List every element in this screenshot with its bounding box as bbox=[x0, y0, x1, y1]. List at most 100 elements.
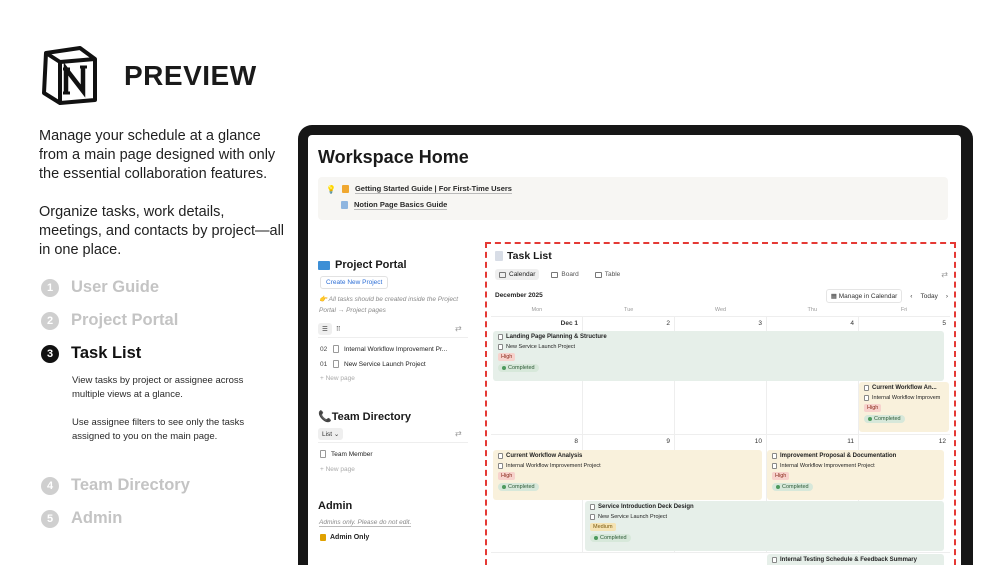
day-number: 5 bbox=[942, 320, 946, 327]
day-number: 11 bbox=[847, 438, 854, 445]
team-member-label: Team Member bbox=[331, 450, 373, 458]
book-icon bbox=[341, 201, 348, 209]
divider bbox=[318, 337, 468, 338]
calendar-icon bbox=[499, 271, 506, 278]
page-title: Workspace Home bbox=[318, 147, 469, 167]
project-number: 02 bbox=[320, 345, 328, 353]
step-label: Admin bbox=[71, 509, 123, 527]
getting-started-link[interactable]: Getting Started Guide | For First-Time U… bbox=[354, 184, 512, 194]
next-month-icon[interactable]: › bbox=[946, 293, 948, 300]
calendar: Mon Tue Wed Thu Fri Dec 1 2 3 4 5 8 9 10… bbox=[491, 304, 950, 565]
task-card[interactable]: Improvement Proposal & Documentation Int… bbox=[767, 450, 944, 500]
step-number: 2 bbox=[41, 311, 59, 330]
status-badge: Completed bbox=[498, 483, 539, 491]
page-icon bbox=[333, 345, 339, 353]
board-icon bbox=[551, 271, 559, 278]
tab-table[interactable]: Table bbox=[591, 269, 625, 280]
task-project: Internal Workflow Improvement Project bbox=[780, 463, 875, 469]
step-project-portal[interactable]: 2 Project Portal bbox=[41, 311, 178, 330]
lightbulb-icon: 💡 bbox=[326, 184, 336, 194]
admin-note: Admins only. Please do not edit. bbox=[319, 519, 412, 527]
manage-calendar-button[interactable]: ▦ Manage in Calendar bbox=[825, 289, 903, 303]
project-icon bbox=[590, 514, 595, 520]
weekday-label: Thu bbox=[807, 307, 818, 313]
project-name: New Service Launch Project bbox=[344, 360, 426, 368]
book-icon bbox=[341, 185, 349, 193]
project-portal-heading[interactable]: Project Portal bbox=[318, 259, 407, 271]
step-number: 4 bbox=[41, 476, 59, 495]
task-list-panel: Task List Calendar Board Table ⇄ Decembe… bbox=[485, 242, 956, 565]
filter-icon[interactable]: ⇄ bbox=[941, 270, 948, 279]
task-title: Improvement Proposal & Documentation bbox=[780, 453, 897, 459]
project-row[interactable]: 01 New Service Launch Project bbox=[320, 360, 426, 368]
team-member-row[interactable]: Team Member bbox=[320, 450, 373, 458]
admin-only-link[interactable]: Admin Only bbox=[320, 534, 369, 541]
step-label: Task List bbox=[71, 344, 142, 362]
step-user-guide[interactable]: 1 User Guide bbox=[41, 278, 159, 297]
step-admin[interactable]: 5 Admin bbox=[41, 509, 122, 528]
day-number: 10 bbox=[754, 438, 762, 445]
priority-badge: Medium bbox=[590, 523, 616, 531]
list-view-tab[interactable]: List ⌄ bbox=[318, 428, 344, 440]
step-task-list[interactable]: 3 Task List bbox=[41, 344, 141, 363]
page-icon bbox=[498, 453, 503, 459]
page-icon bbox=[590, 504, 595, 510]
task-list-heading[interactable]: Task List bbox=[495, 250, 552, 262]
task-card[interactable]: Internal Testing Schedule & Feedback Sum… bbox=[767, 554, 944, 565]
task-card[interactable]: Current Workflow Analysis Internal Workf… bbox=[493, 450, 762, 500]
today-button[interactable]: Today bbox=[920, 293, 937, 300]
day-number: Dec 1 bbox=[560, 320, 578, 327]
step-label: Team Directory bbox=[71, 476, 190, 494]
task-title: Landing Page Planning & Structure bbox=[506, 334, 607, 340]
status-dot-icon bbox=[502, 366, 506, 370]
gallery-view-icon[interactable]: ⠿ bbox=[334, 323, 343, 335]
status-badge: Completed bbox=[590, 534, 631, 542]
project-row[interactable]: 02 Internal Workflow Improvement Pr... bbox=[320, 345, 447, 353]
step-number: 3 bbox=[41, 344, 59, 363]
preview-title: PREVIEW bbox=[124, 60, 257, 91]
status-dot-icon bbox=[502, 485, 506, 489]
project-icon bbox=[864, 395, 869, 401]
priority-badge: High bbox=[772, 472, 790, 480]
step-team-directory[interactable]: 4 Team Directory bbox=[41, 476, 190, 495]
page-icon bbox=[333, 360, 339, 368]
page-icon bbox=[495, 251, 503, 261]
filter-icon[interactable]: ⇄ bbox=[455, 324, 462, 333]
step-label: Project Portal bbox=[71, 311, 179, 329]
day-number: 3 bbox=[758, 320, 762, 327]
basics-guide-link[interactable]: Notion Page Basics Guide bbox=[354, 200, 448, 210]
callout-row-1: 💡 Getting Started Guide | For First-Time… bbox=[326, 184, 512, 194]
prev-month-icon[interactable]: ‹ bbox=[910, 293, 912, 300]
month-label: December 2025 bbox=[495, 292, 543, 299]
list-view-icon[interactable]: ☰ bbox=[318, 323, 332, 335]
project-icon bbox=[498, 344, 503, 350]
project-portal-note: 👉 All tasks should be created inside the… bbox=[319, 296, 459, 314]
day-number: 9 bbox=[666, 438, 670, 445]
weekday-label: Wed bbox=[714, 307, 727, 313]
intro-paragraph-1: Manage your schedule at a glance from a … bbox=[39, 128, 276, 182]
day-number: 2 bbox=[666, 320, 670, 327]
project-name: Internal Workflow Improvement Pr... bbox=[344, 345, 448, 353]
team-directory-heading[interactable]: 📞Team Directory bbox=[318, 410, 411, 423]
task-title: Current Workflow An... bbox=[872, 385, 937, 391]
status-label: Completed bbox=[874, 416, 901, 422]
status-badge: Completed bbox=[498, 364, 539, 372]
page-icon bbox=[772, 557, 777, 563]
status-label: Completed bbox=[508, 365, 535, 371]
create-project-button[interactable]: Create New Project bbox=[320, 276, 389, 289]
tab-label: Board bbox=[561, 271, 579, 278]
new-page-button[interactable]: + New page bbox=[320, 466, 355, 473]
step-label: User Guide bbox=[71, 278, 160, 296]
manage-label: Manage in Calendar bbox=[838, 293, 898, 300]
tab-board[interactable]: Board bbox=[547, 269, 582, 280]
task-card[interactable]: Landing Page Planning & Structure New Se… bbox=[493, 331, 944, 381]
task-project: Internal Workflow Improvement Project bbox=[506, 463, 601, 469]
step-number: 5 bbox=[41, 509, 59, 528]
filter-icon[interactable]: ⇄ bbox=[455, 429, 462, 438]
tab-calendar[interactable]: Calendar bbox=[495, 269, 540, 280]
task-card[interactable]: Service Introduction Deck Design New Ser… bbox=[585, 501, 944, 551]
task-card[interactable]: Current Workflow An... Internal Workflow… bbox=[859, 382, 949, 432]
new-page-button[interactable]: + New page bbox=[320, 375, 355, 382]
status-dot-icon bbox=[594, 536, 598, 540]
page-icon bbox=[772, 453, 777, 459]
